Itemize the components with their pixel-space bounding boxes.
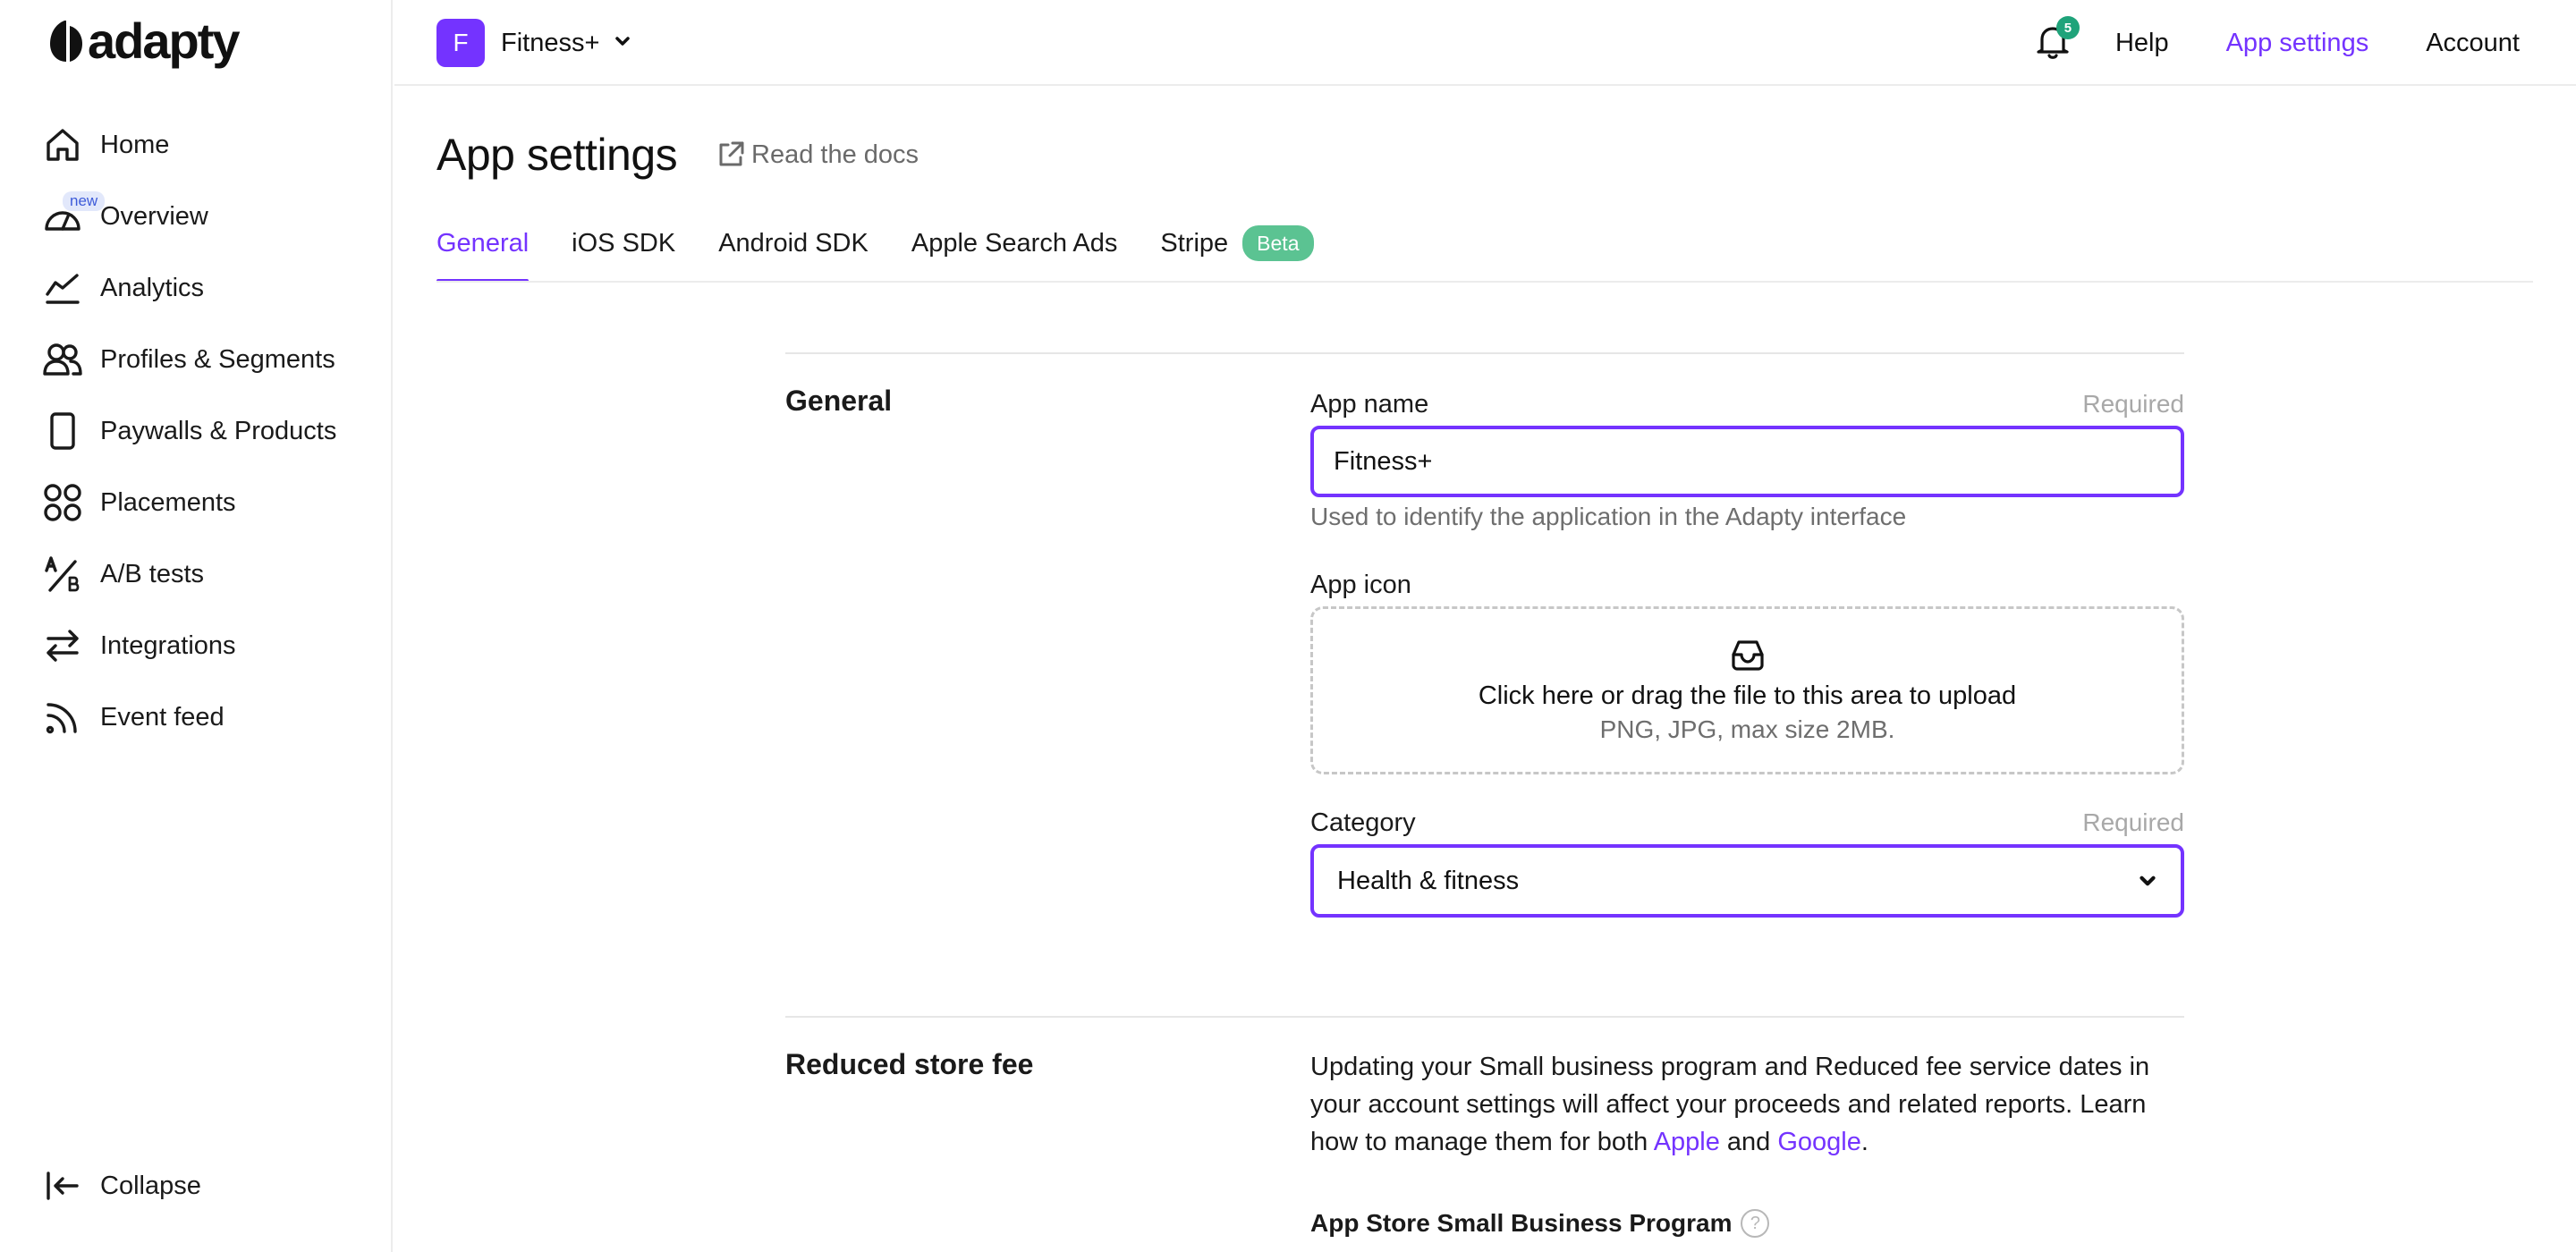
app-name-hint: Used to identify the application in the … <box>1310 503 1907 530</box>
app-icon-upload-area[interactable]: Click here or drag the file to this area… <box>1310 606 2184 774</box>
chevron-down-icon <box>612 30 633 56</box>
docs-link-label: Read the docs <box>751 140 919 169</box>
topbar: F Fitness+ 5 Help App settings Account <box>394 0 2576 86</box>
small-business-program-heading: App Store Small Business Program ? <box>1310 1209 1770 1238</box>
grid-circles-icon <box>43 483 82 522</box>
section-divider <box>785 1016 2184 1018</box>
sidebar-item-profiles-segments[interactable]: Profiles & Segments <box>43 324 336 395</box>
collapse-arrow-icon <box>43 1166 82 1205</box>
help-link[interactable]: Help <box>2115 29 2169 58</box>
app-name: Fitness+ <box>501 28 600 57</box>
chart-line-icon <box>43 268 82 308</box>
tab-general[interactable]: General <box>436 224 530 283</box>
apple-link[interactable]: Apple <box>1654 1128 1720 1156</box>
chevron-down-icon <box>2140 876 2156 886</box>
category-select[interactable]: Health & fitness <box>1310 844 2184 918</box>
general-section-title: General <box>785 385 893 417</box>
section-divider <box>785 352 2184 354</box>
settings-tabs: General iOS SDK Android SDK Apple Search… <box>436 224 1357 283</box>
notifications-button[interactable]: 5 <box>2033 16 2080 64</box>
reduced-fee-description: Updating your Small business program and… <box>1310 1048 2187 1161</box>
rss-icon <box>43 698 82 737</box>
app-settings-link[interactable]: App settings <box>2226 29 2369 58</box>
sidebar-item-label: A/B tests <box>100 559 205 588</box>
external-link-icon <box>719 141 744 166</box>
tab-android-sdk[interactable]: Android SDK <box>718 224 869 283</box>
sidebar-item-label: Event feed <box>100 702 225 732</box>
notification-count-badge: 5 <box>2055 16 2080 39</box>
category-label: Category <box>1310 808 1416 837</box>
page-title: App settings <box>436 130 678 180</box>
category-required: Required <box>2082 808 2184 836</box>
sidebar-item-label: Placements <box>100 487 236 517</box>
read-the-docs-link[interactable]: Read the docs <box>716 140 919 170</box>
sidebar-item-placements[interactable]: Placements <box>43 467 336 538</box>
home-icon <box>43 125 82 165</box>
phone-icon <box>43 411 82 451</box>
sidebar: adapty Home new Overview Analytics Profi… <box>0 0 393 1252</box>
app-icon-label: App icon <box>1310 571 1411 599</box>
users-icon <box>43 340 82 379</box>
top-nav: 5 Help App settings Account <box>2033 0 2520 86</box>
program-label: App Store Small Business Program <box>1310 1209 1733 1237</box>
google-link[interactable]: Google <box>1777 1128 1861 1156</box>
sidebar-item-home[interactable]: Home <box>43 109 336 181</box>
upload-hint: PNG, JPG, max size 2MB. <box>1599 715 1895 743</box>
sidebar-nav: Home new Overview Analytics Profiles & S… <box>43 109 336 753</box>
tab-apple-search-ads[interactable]: Apple Search Ads <box>911 224 1118 283</box>
sidebar-item-paywalls-products[interactable]: Paywalls & Products <box>43 395 336 467</box>
sidebar-item-label: Profiles & Segments <box>100 344 335 374</box>
sidebar-item-label: Overview <box>100 201 208 231</box>
sidebar-item-event-feed[interactable]: Event feed <box>43 681 336 753</box>
tab-ios-sdk[interactable]: iOS SDK <box>572 224 675 283</box>
collapse-button[interactable]: Collapse <box>43 1150 201 1222</box>
sidebar-item-label: Paywalls & Products <box>100 416 337 445</box>
app-name-label: App name <box>1310 390 1429 419</box>
sidebar-item-label: Integrations <box>100 630 236 660</box>
beta-badge: Beta <box>1242 225 1314 261</box>
adapty-logo-icon <box>50 21 82 62</box>
sidebar-item-ab-tests[interactable]: A/B tests <box>43 538 336 610</box>
app-name-input[interactable]: Fitness+ <box>1310 426 2184 497</box>
sidebar-item-overview[interactable]: new Overview <box>43 181 336 252</box>
sidebar-item-integrations[interactable]: Integrations <box>43 610 336 681</box>
tab-stripe-label: Stripe <box>1160 229 1229 258</box>
new-badge: new <box>63 191 106 211</box>
app-avatar: F <box>436 19 485 67</box>
tab-stripe[interactable]: Stripe Beta <box>1160 224 1314 283</box>
inbox-icon <box>1731 640 1764 671</box>
sidebar-item-analytics[interactable]: Analytics <box>43 252 336 324</box>
account-link[interactable]: Account <box>2426 29 2520 58</box>
category-value: Health & fitness <box>1337 866 1520 895</box>
fee-text-end: . <box>1860 1128 1868 1156</box>
sidebar-item-label: Home <box>100 130 170 159</box>
collapse-label: Collapse <box>100 1171 201 1200</box>
upload-instruction: Click here or drag the file to this area… <box>1478 681 2017 710</box>
logo-text: adapty <box>88 13 240 69</box>
fee-text-and: and <box>1719 1128 1778 1156</box>
help-icon[interactable]: ? <box>1741 1209 1770 1238</box>
ab-test-icon <box>43 554 82 594</box>
sidebar-item-label: Analytics <box>100 273 205 302</box>
swap-arrows-icon <box>43 626 82 665</box>
app-name-required: Required <box>2082 390 2184 418</box>
app-switcher[interactable]: F Fitness+ <box>436 19 633 67</box>
reduced-fee-section-title: Reduced store fee <box>785 1048 1034 1080</box>
adapty-logo[interactable]: adapty <box>47 13 240 69</box>
tabs-divider <box>436 281 2533 283</box>
